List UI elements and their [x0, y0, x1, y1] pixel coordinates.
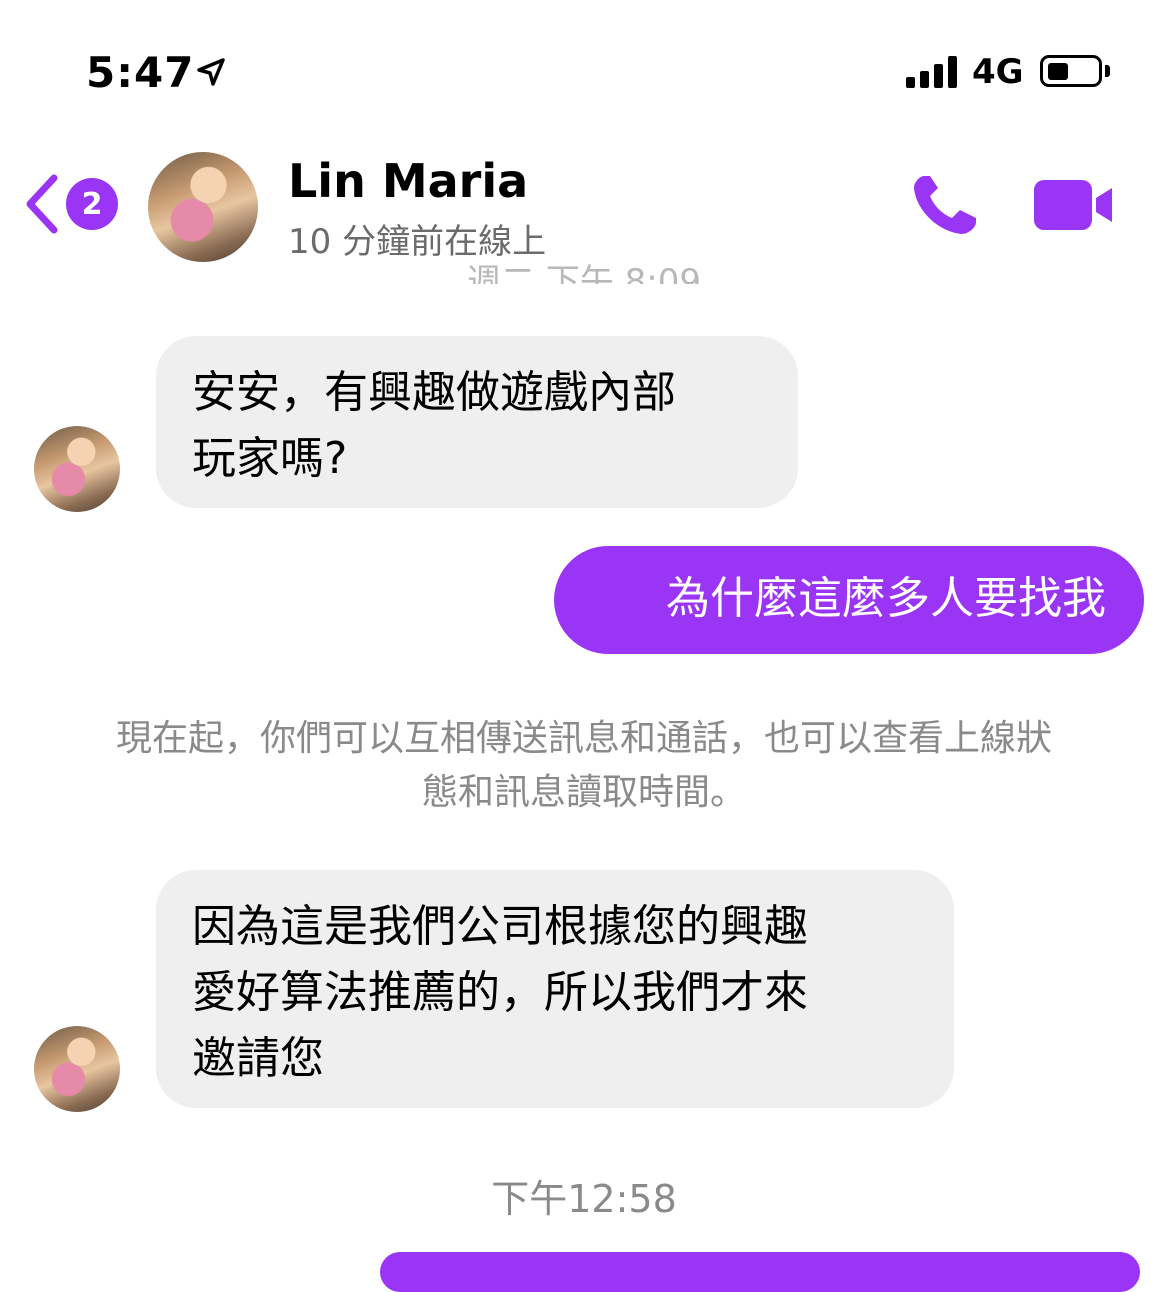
phone-icon[interactable] — [910, 172, 980, 238]
message-timestamp: 下午12:58 — [491, 1177, 677, 1221]
status-time: 5:47 — [86, 48, 195, 97]
battery-nub — [1105, 65, 1110, 77]
signal-strength-icon — [906, 56, 958, 88]
message-bubble-incoming[interactable]: 安安，有興趣做遊戲內部 玩家嗎? — [156, 336, 798, 508]
battery-icon — [1040, 55, 1102, 87]
notice-line: 現在起，你們可以互相傳送訊息和通話，也可以查看上線狀 — [115, 718, 1052, 759]
message-line: 邀請您 — [192, 1033, 324, 1084]
contact-name[interactable]: Lin Maria — [288, 154, 528, 208]
sender-avatar — [34, 426, 120, 512]
message-line: 安安，有興趣做遊戲內部 — [192, 367, 676, 418]
notice-line: 態和訊息讀取時間。 — [421, 772, 746, 813]
system-notice: 現在起，你們可以互相傳送訊息和通話，也可以查看上線狀 態和訊息讀取時間。 — [60, 712, 1108, 820]
message-bubble-incoming[interactable]: 因為這是我們公司根據您的興趣 愛好算法推薦的，所以我們才來 邀請您 — [156, 870, 954, 1108]
message-line: 玩家嗎? — [192, 433, 348, 484]
message-line: 因為這是我們公司根據您的興趣 — [192, 901, 808, 952]
message-line: 愛好算法推薦的，所以我們才來 — [192, 967, 808, 1018]
date-divider: 週二 下午 8:09 — [467, 262, 701, 284]
sender-avatar — [34, 1026, 120, 1112]
message-bubble-outgoing[interactable]: 為什麼這麼多人要找我 — [554, 546, 1144, 654]
contact-avatar[interactable] — [148, 152, 258, 262]
chevron-left-icon[interactable] — [22, 172, 62, 236]
location-arrow-icon — [197, 58, 225, 86]
network-type: 4G — [972, 52, 1024, 92]
message-bubble-outgoing-partial[interactable] — [380, 1252, 1140, 1292]
unread-count-badge[interactable]: 2 — [66, 178, 118, 230]
video-camera-icon[interactable] — [1032, 178, 1114, 232]
